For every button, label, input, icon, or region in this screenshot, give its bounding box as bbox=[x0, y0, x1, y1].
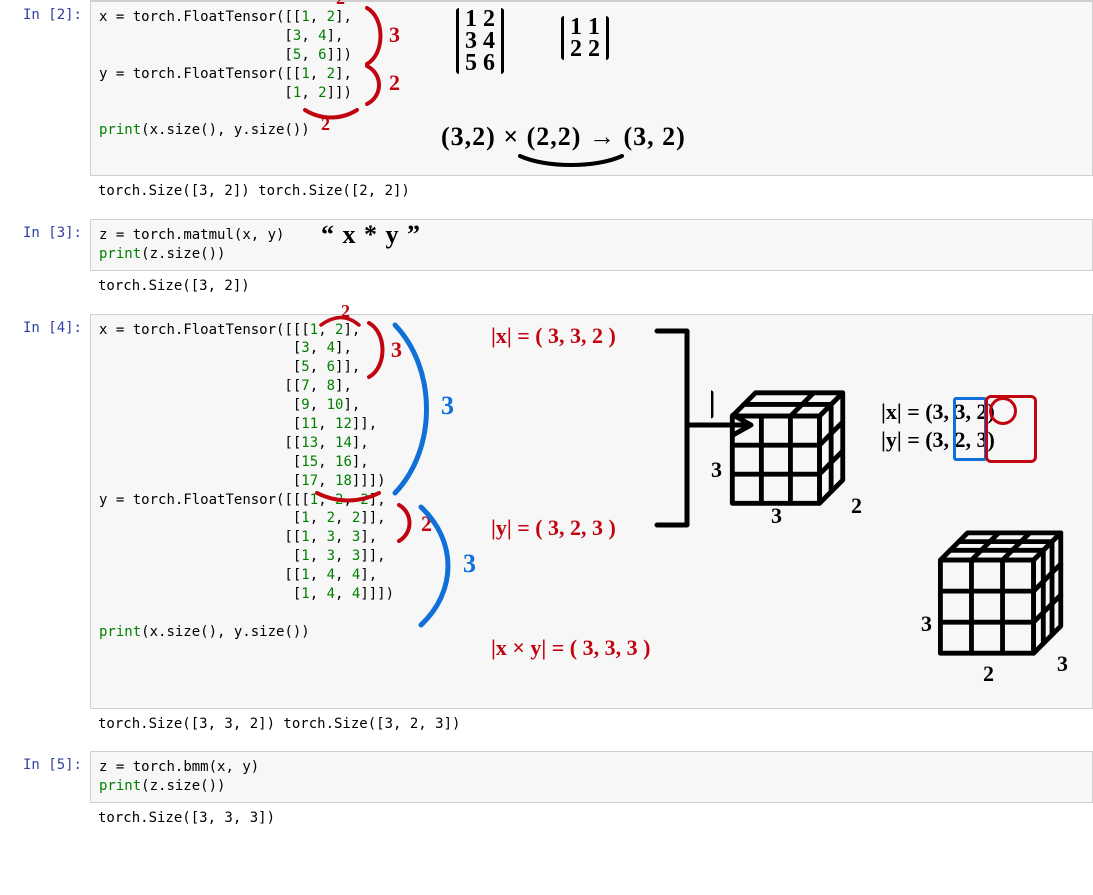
output-prompt-spacer bbox=[0, 271, 90, 283]
code-area[interactable]: z = torch.bmm(x, y) print(z.size()) bbox=[90, 751, 1093, 803]
output-area: torch.Size([3, 3, 3]) bbox=[90, 803, 1093, 834]
cell-2-input: In [2]: x = torch.FloatTensor([[1, 2], [… bbox=[0, 1, 1093, 176]
code-text: z = torch.matmul(x, y) print(z.size()) bbox=[99, 226, 1084, 264]
code-text: x = torch.FloatTensor([[1, 2], [3, 4], [… bbox=[99, 8, 1084, 140]
annotation-underline-link-icon bbox=[516, 154, 626, 168]
output-area: torch.Size([3, 2]) torch.Size([2, 2]) bbox=[90, 176, 1093, 207]
cell-5-output: torch.Size([3, 3, 3]) bbox=[0, 803, 1093, 834]
code-area[interactable]: x = torch.FloatTensor([[[1, 2], [3, 4], … bbox=[90, 314, 1093, 709]
cell-3-output: torch.Size([3, 2]) bbox=[0, 271, 1093, 302]
output-text: torch.Size([3, 3, 2]) torch.Size([3, 2, … bbox=[98, 715, 1085, 734]
cell-4-output: torch.Size([3, 3, 2]) torch.Size([3, 2, … bbox=[0, 709, 1093, 740]
code-area[interactable]: x = torch.FloatTensor([[1, 2], [3, 4], [… bbox=[90, 1, 1093, 176]
input-prompt: In [5]: bbox=[0, 751, 90, 779]
code-text: z = torch.bmm(x, y) print(z.size()) bbox=[99, 758, 1084, 796]
output-prompt-spacer bbox=[0, 709, 90, 721]
input-prompt: In [3]: bbox=[0, 219, 90, 247]
jupyter-notebook: In [2]: x = torch.FloatTensor([[1, 2], [… bbox=[0, 0, 1093, 834]
output-text: torch.Size([3, 2]) bbox=[98, 277, 1085, 296]
cell-2-output: torch.Size([3, 2]) torch.Size([2, 2]) bbox=[0, 176, 1093, 207]
output-area: torch.Size([3, 2]) bbox=[90, 271, 1093, 302]
cell-3-input: In [3]: z = torch.matmul(x, y) print(z.s… bbox=[0, 219, 1093, 271]
output-prompt-spacer bbox=[0, 176, 90, 188]
annotation-red-2-top: 2 bbox=[341, 301, 350, 322]
output-text: torch.Size([3, 3, 3]) bbox=[98, 809, 1085, 828]
annotation-cube2-dim2: 2 bbox=[983, 661, 994, 687]
annotation-cube2-dim3b: 3 bbox=[1057, 651, 1068, 677]
cell-4-input: In [4]: x = torch.FloatTensor([[[1, 2], … bbox=[0, 314, 1093, 709]
output-text: torch.Size([3, 2]) torch.Size([2, 2]) bbox=[98, 182, 1085, 201]
cell-5-input: In [5]: z = torch.bmm(x, y) print(z.size… bbox=[0, 751, 1093, 803]
input-prompt: In [2]: bbox=[0, 1, 90, 29]
output-area: torch.Size([3, 3, 2]) torch.Size([3, 2, … bbox=[90, 709, 1093, 740]
code-area[interactable]: z = torch.matmul(x, y) print(z.size()) “… bbox=[90, 219, 1093, 271]
input-prompt: In [4]: bbox=[0, 314, 90, 342]
output-prompt-spacer bbox=[0, 803, 90, 815]
code-text: x = torch.FloatTensor([[[1, 2], [3, 4], … bbox=[99, 321, 1084, 642]
